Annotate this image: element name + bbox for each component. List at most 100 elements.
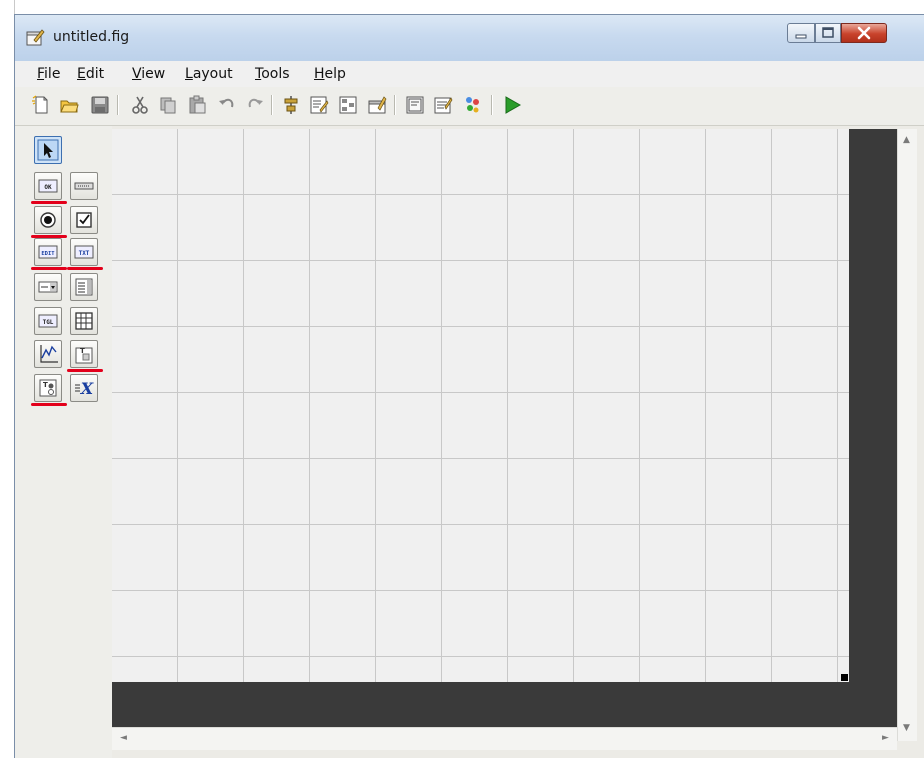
menu-label-rest: elp xyxy=(324,66,346,82)
highlight-underline xyxy=(31,403,67,406)
object-browser-icon[interactable] xyxy=(462,95,482,115)
menu-bar: File Edit View Layout Tools Help xyxy=(15,61,924,87)
list-box-icon xyxy=(75,278,93,296)
menu-mnemonic: V xyxy=(132,66,142,82)
paste-icon[interactable] xyxy=(187,95,207,115)
scroll-left-icon[interactable]: ◄ xyxy=(120,733,127,743)
edit-text-tool[interactable]: EDIT xyxy=(34,238,62,266)
copy-icon[interactable] xyxy=(158,95,178,115)
menu-label-rest: ile xyxy=(44,66,61,82)
toolbar-separator xyxy=(394,95,396,115)
check-box-icon xyxy=(76,212,92,228)
table-icon xyxy=(75,312,93,330)
select-tool-icon xyxy=(37,139,59,161)
slider-tool[interactable] xyxy=(70,172,98,200)
edit-text-icon: EDIT xyxy=(38,245,58,259)
menu-edit[interactable]: Edit xyxy=(77,66,104,82)
close-button[interactable] xyxy=(841,23,887,43)
static-text-tool[interactable]: TXT xyxy=(70,238,98,266)
button-group-tool[interactable]: T xyxy=(34,374,62,402)
toggle-button-tool[interactable]: TGL xyxy=(34,307,62,335)
toolbar-separator xyxy=(491,95,493,115)
new-figure-icon[interactable] xyxy=(31,95,51,115)
glyph-text: EDIT xyxy=(41,251,55,257)
pop-up-menu-icon xyxy=(38,281,58,293)
close-icon xyxy=(857,26,871,40)
toolbar-editor-icon[interactable] xyxy=(367,95,387,115)
window-title: untitled.fig xyxy=(53,29,130,45)
menu-mnemonic: E xyxy=(77,66,86,82)
figure-file-icon xyxy=(26,29,45,46)
minimize-icon xyxy=(795,34,807,39)
layout-area-border-right xyxy=(849,129,897,741)
button-group-icon: T xyxy=(39,379,57,397)
menu-file[interactable]: File xyxy=(37,66,60,82)
static-text-icon: TXT xyxy=(74,245,94,259)
menu-help[interactable]: Help xyxy=(314,66,346,82)
menu-label-rest: ools xyxy=(261,66,290,82)
pop-up-menu-tool[interactable] xyxy=(34,273,62,301)
menu-editor-icon[interactable] xyxy=(309,95,329,115)
figure-resize-handle[interactable] xyxy=(841,674,848,681)
run-figure-icon[interactable] xyxy=(502,95,522,115)
menu-view[interactable]: View xyxy=(132,66,165,82)
undo-icon[interactable] xyxy=(217,95,237,115)
title-bar[interactable]: untitled.fig xyxy=(15,15,924,61)
maximize-button[interactable] xyxy=(815,23,841,43)
push-button-icon: OK xyxy=(38,179,58,193)
activex-control-tool[interactable]: X xyxy=(70,374,98,402)
save-icon[interactable] xyxy=(90,95,110,115)
highlight-underline xyxy=(67,267,103,270)
menu-mnemonic: L xyxy=(185,66,193,82)
highlight-underline xyxy=(67,369,103,372)
scroll-up-icon[interactable]: ▲ xyxy=(903,135,910,145)
tab-order-editor-icon[interactable] xyxy=(338,95,358,115)
cut-icon[interactable] xyxy=(130,95,150,115)
menu-layout[interactable]: Layout xyxy=(185,66,233,82)
menu-tools[interactable]: Tools xyxy=(255,66,290,82)
push-button-tool[interactable]: OK xyxy=(34,172,62,200)
align-objects-icon[interactable] xyxy=(281,95,301,115)
toolbar-separator xyxy=(271,95,273,115)
radio-button-icon xyxy=(40,212,56,228)
maximize-icon xyxy=(822,27,834,38)
menu-mnemonic: H xyxy=(314,66,325,82)
axes-icon xyxy=(40,345,58,363)
slider-icon xyxy=(74,182,94,190)
horizontal-scrollbar[interactable]: ◄ ► xyxy=(112,727,897,750)
toolbar-separator xyxy=(117,95,119,115)
axes-tool[interactable] xyxy=(34,340,62,368)
panel-tool[interactable]: T xyxy=(70,340,98,368)
component-palette: OK EDIT TXT TGL T T X xyxy=(15,126,112,758)
menu-label-rest: dit xyxy=(85,66,105,82)
glyph-text: OK xyxy=(44,184,52,191)
menu-mnemonic: F xyxy=(37,66,45,82)
open-file-icon[interactable] xyxy=(59,95,79,115)
layout-area[interactable] xyxy=(112,129,851,697)
glyph-text: TGL xyxy=(43,319,54,326)
glyph-text: TXT xyxy=(79,250,90,257)
activex-control-icon: X xyxy=(75,379,94,398)
scroll-right-icon[interactable]: ► xyxy=(882,733,889,743)
table-tool[interactable] xyxy=(70,307,98,335)
minimize-button[interactable] xyxy=(787,23,815,43)
select-tool-tool[interactable] xyxy=(34,136,62,164)
vertical-scrollbar[interactable]: ▲ ▼ xyxy=(897,129,917,741)
glyph-text: T xyxy=(43,381,48,389)
list-box-tool[interactable] xyxy=(70,273,98,301)
guide-editor-window: untitled.fig File Edit View Layout Tools Help… xyxy=(14,14,924,758)
menu-label-rest: iew xyxy=(141,66,166,82)
toolbar xyxy=(15,87,924,126)
glyph-text: X xyxy=(80,379,94,398)
check-box-tool[interactable] xyxy=(70,206,98,234)
background-window-edge xyxy=(0,0,15,758)
radio-button-tool[interactable] xyxy=(34,206,62,234)
scroll-down-icon[interactable]: ▼ xyxy=(903,723,910,733)
property-inspector-icon[interactable] xyxy=(433,95,453,115)
highlight-underline xyxy=(31,201,67,204)
mfile-editor-icon[interactable] xyxy=(405,95,425,115)
highlight-underline xyxy=(31,267,67,270)
redo-icon[interactable] xyxy=(245,95,265,115)
layout-area-border-bottom xyxy=(112,682,897,727)
menu-label-rest: ayout xyxy=(192,66,233,82)
